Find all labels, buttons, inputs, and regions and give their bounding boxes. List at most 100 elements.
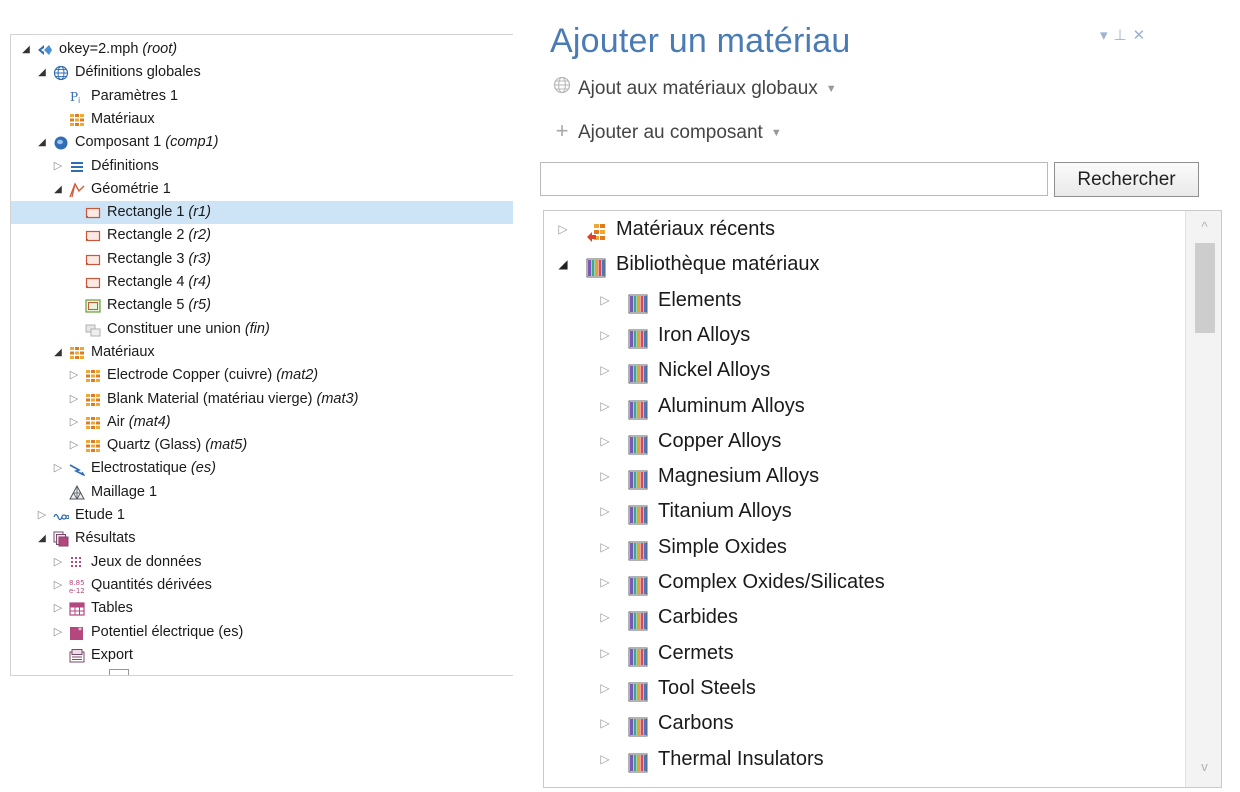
expand-toggle-icon[interactable]: ▷ bbox=[598, 459, 612, 494]
tree-node[interactable]: ◢ Composant 1 (comp1) bbox=[11, 131, 513, 154]
expand-toggle-icon[interactable]: ▷ bbox=[53, 597, 63, 620]
tree-node[interactable]: ◢ Géométrie 1 bbox=[11, 178, 513, 201]
expand-toggle-icon[interactable]: ▷ bbox=[53, 155, 63, 178]
expand-toggle-icon[interactable]: ▷ bbox=[556, 212, 570, 247]
tree-node[interactable]: Rectangle 2 (r2) bbox=[11, 224, 513, 247]
definitions-icon bbox=[69, 159, 85, 174]
library-node-label: Cermets bbox=[658, 641, 734, 664]
tree-node[interactable]: Rectangle 1 (r1) bbox=[11, 201, 513, 225]
library-node[interactable]: ▷ Elements bbox=[544, 283, 1184, 318]
tree-node[interactable]: ▷ Quartz (Glass) (mat5) bbox=[11, 434, 513, 457]
tree-node-label: Jeux de données bbox=[91, 551, 201, 574]
library-node[interactable]: ▷ Carbides bbox=[544, 600, 1184, 635]
search-input[interactable] bbox=[540, 162, 1048, 196]
expand-toggle-icon[interactable]: ▷ bbox=[53, 457, 63, 480]
tree-node[interactable]: ▷ Electrode Copper (cuivre) (mat2) bbox=[11, 364, 513, 387]
tree-node[interactable]: ▷ Air (mat4) bbox=[11, 411, 513, 434]
collapse-toggle-icon[interactable]: ◢ bbox=[37, 61, 47, 84]
tree-node-text: Rectangle 2 bbox=[107, 227, 185, 244]
collapse-toggle-icon[interactable]: ◢ bbox=[53, 341, 63, 364]
parameters-icon: Pi bbox=[69, 89, 85, 105]
library-node[interactable]: ▷ Simple Oxides bbox=[544, 530, 1184, 565]
scroll-down-icon[interactable]: v bbox=[1186, 759, 1221, 779]
library-node[interactable]: ▷ Copper Alloys bbox=[544, 424, 1184, 459]
search-button[interactable]: Rechercher bbox=[1054, 162, 1199, 197]
library-node[interactable]: ▷ Cermets bbox=[544, 636, 1184, 671]
dropdown-menu-icon[interactable]: ▾ bbox=[1100, 27, 1114, 44]
expand-toggle-icon[interactable]: ▷ bbox=[69, 364, 79, 387]
library-node[interactable]: ▷ Iron Alloys bbox=[544, 318, 1184, 353]
library-node[interactable]: ◢ Bibliothèque matériaux bbox=[544, 247, 1184, 282]
tree-node[interactable]: ◢ okey=2.mph (root) bbox=[11, 38, 513, 61]
expand-toggle-icon[interactable]: ▷ bbox=[598, 636, 612, 671]
tree-node[interactable]: ◢ Définitions globales bbox=[11, 61, 513, 84]
close-icon[interactable]: ✕ bbox=[1133, 27, 1152, 44]
tree-node[interactable]: ◢ Résultats bbox=[11, 527, 513, 550]
expand-toggle-icon[interactable]: ▷ bbox=[69, 411, 79, 434]
tree-node[interactable]: Pi Paramètres 1 bbox=[11, 85, 513, 108]
expand-toggle-icon[interactable]: ▷ bbox=[598, 530, 612, 565]
tree-node[interactable]: Export bbox=[11, 644, 513, 667]
tree-node[interactable]: ▷ Jeux de données bbox=[11, 551, 513, 574]
expand-toggle-icon[interactable]: ▷ bbox=[69, 388, 79, 411]
library-node[interactable]: ▷ Tool Steels bbox=[544, 671, 1184, 706]
library-node[interactable]: ▷ Titanium Alloys bbox=[544, 494, 1184, 529]
expand-toggle-icon[interactable]: ▷ bbox=[598, 389, 612, 424]
tree-node[interactable]: ▷ 8.85 e-12 Quantités dérivées bbox=[11, 574, 513, 597]
tree-node-label: Rectangle 1 (r1) bbox=[107, 201, 211, 224]
tree-node[interactable]: Constituer une union (fin) bbox=[11, 318, 513, 341]
library-node-label: Aluminum Alloys bbox=[658, 394, 805, 417]
scrollbar-thumb[interactable] bbox=[1195, 243, 1215, 333]
collapse-toggle-icon[interactable]: ◢ bbox=[53, 178, 63, 201]
tree-node[interactable]: ▷ Etude 1 bbox=[11, 504, 513, 527]
collapse-toggle-icon[interactable]: ◢ bbox=[21, 38, 31, 61]
tree-node[interactable]: ▷ Electrostatique (es) bbox=[11, 457, 513, 480]
collapse-toggle-icon[interactable]: ◢ bbox=[37, 131, 47, 154]
library-node[interactable]: ▷ Thermal Insulators bbox=[544, 742, 1184, 777]
material-library-tree: ▷ Matériaux récents ◢ Bibliothèque matériau… bbox=[543, 210, 1222, 788]
scroll-up-icon[interactable]: ^ bbox=[1186, 219, 1221, 239]
expand-toggle-icon[interactable]: ▷ bbox=[69, 434, 79, 457]
expand-toggle-icon[interactable]: ▷ bbox=[598, 283, 612, 318]
library-node[interactable]: ▷ Magnesium Alloys bbox=[544, 459, 1184, 494]
tree-node[interactable]: Rectangle 5 (r5) bbox=[11, 294, 513, 317]
vertical-scrollbar[interactable]: ^ v bbox=[1185, 211, 1221, 787]
tree-node-label: Matériaux bbox=[91, 108, 155, 131]
expand-toggle-icon[interactable]: ▷ bbox=[598, 742, 612, 777]
expand-toggle-icon[interactable]: ▷ bbox=[598, 671, 612, 706]
expand-toggle-icon[interactable]: ▷ bbox=[598, 353, 612, 388]
material-library-icon bbox=[628, 432, 648, 455]
expand-toggle-icon[interactable]: ▷ bbox=[598, 706, 612, 741]
tree-node-text: Définitions bbox=[91, 157, 159, 174]
tree-node[interactable]: Rectangle 3 (r3) bbox=[11, 248, 513, 271]
pin-icon[interactable]: ⊥ bbox=[1114, 27, 1133, 44]
expand-toggle-icon[interactable]: ▷ bbox=[53, 621, 63, 644]
expand-toggle-icon[interactable]: ▷ bbox=[37, 504, 47, 527]
expand-toggle-icon[interactable]: ▷ bbox=[53, 551, 63, 574]
tree-node[interactable]: ◢ Matériaux bbox=[11, 341, 513, 364]
expand-toggle-icon[interactable]: ▷ bbox=[53, 574, 63, 597]
expand-toggle-icon[interactable]: ▷ bbox=[598, 424, 612, 459]
expand-toggle-icon[interactable]: ▷ bbox=[598, 494, 612, 529]
library-node[interactable]: ▷ Matériaux récents bbox=[544, 212, 1184, 247]
collapse-toggle-icon[interactable]: ◢ bbox=[37, 527, 47, 550]
tree-node[interactable]: Rectangle 4 (r4) bbox=[11, 271, 513, 294]
tree-node[interactable]: Matériaux bbox=[11, 108, 513, 131]
tree-node[interactable]: ▷ Tables bbox=[11, 597, 513, 620]
collapse-toggle-icon[interactable]: ◢ bbox=[556, 247, 570, 282]
add-to-component-button[interactable]: + Ajouter au composant ▼ bbox=[552, 118, 782, 144]
tree-node[interactable]: ▷ Blank Material (matériau vierge) (mat3) bbox=[11, 388, 513, 411]
tree-node[interactable]: Maillage 1 bbox=[11, 481, 513, 504]
library-node[interactable]: ▷ Aluminum Alloys bbox=[544, 389, 1184, 424]
library-node[interactable]: ▷ Carbons bbox=[544, 706, 1184, 741]
tree-node-text: Constituer une union bbox=[107, 320, 241, 337]
rectangle-icon bbox=[85, 252, 101, 267]
tree-node[interactable]: ▷ Définitions bbox=[11, 155, 513, 178]
expand-toggle-icon[interactable]: ▷ bbox=[598, 565, 612, 600]
expand-toggle-icon[interactable]: ▷ bbox=[598, 318, 612, 353]
expand-toggle-icon[interactable]: ▷ bbox=[598, 600, 612, 635]
library-node[interactable]: ▷ Nickel Alloys bbox=[544, 353, 1184, 388]
library-node[interactable]: ▷ Complex Oxides/Silicates bbox=[544, 565, 1184, 600]
tree-node[interactable]: ▷ * Potentiel électrique (es) bbox=[11, 621, 513, 644]
add-to-global-materials-button[interactable]: Ajout aux matériaux globaux ▼ bbox=[552, 76, 837, 102]
